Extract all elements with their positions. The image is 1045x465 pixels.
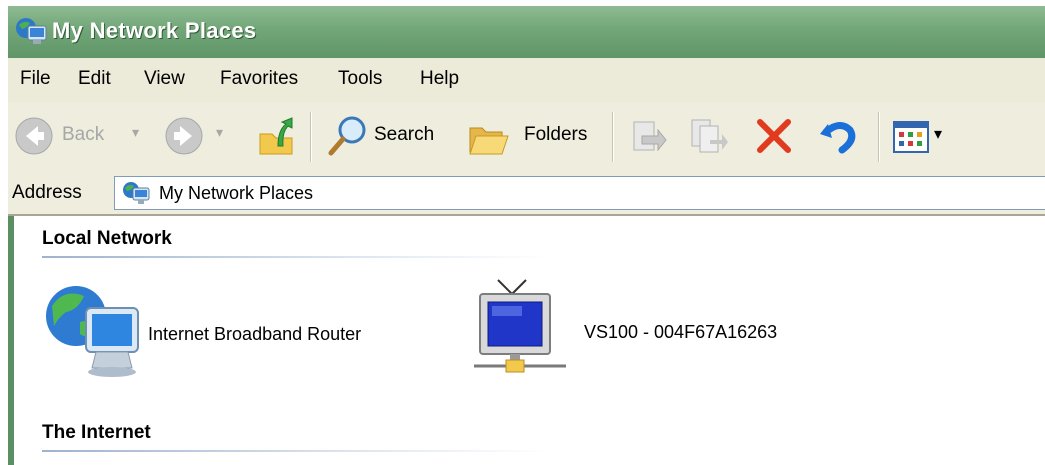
folders-label: Folders [524,124,588,145]
content-pane: Local Network Internet Broadband Router [14,216,1045,465]
list-item[interactable]: VS100 - 004F67A16263 [470,276,830,386]
back-icon [15,117,53,155]
network-computer-icon [46,286,139,377]
menu-file[interactable]: File [20,68,51,90]
views-icon [893,121,929,153]
toolbar-separator [878,112,880,162]
toolbar-separator [310,112,312,162]
group-divider [42,256,552,258]
menu-view[interactable]: View [144,68,185,90]
views-dropdown-icon[interactable]: ▾ [934,124,942,144]
views-button[interactable]: ▾ [892,116,956,158]
copy-to-icon[interactable] [688,116,728,158]
back-dropdown-icon[interactable]: ▾ [132,124,139,141]
menu-tools[interactable]: Tools [338,68,382,90]
menu-favorites[interactable]: Favorites [220,68,298,90]
back-label: Back [62,124,105,145]
group-divider [42,450,552,452]
folders-icon [469,127,509,155]
menu-edit[interactable]: Edit [78,68,111,90]
menu-bar: File Edit View Favorites Tools Help [8,58,1045,103]
address-value: My Network Places [159,183,314,203]
forward-dropdown-icon[interactable]: ▾ [216,124,223,141]
list-item[interactable]: Internet Broadband Router [42,282,412,382]
move-to-icon[interactable] [628,116,668,158]
undo-icon[interactable] [816,114,860,158]
group-header-the-internet: The Internet [42,422,151,443]
toolbar-separator [612,112,614,162]
address-label: Address [12,182,82,203]
search-button[interactable]: Search [326,114,456,160]
search-label: Search [374,124,435,145]
network-places-icon [123,182,150,204]
network-tv-device-icon [474,279,566,373]
address-field[interactable]: My Network Places [114,176,1045,210]
item-label: VS100 - 004F67A16263 [584,322,778,342]
up-folder-icon[interactable] [256,116,296,158]
explorer-window: My Network Places File Edit View Favorit… [8,6,1045,465]
network-places-icon [16,18,47,44]
title-bar[interactable]: My Network Places [8,6,1045,58]
back-button[interactable]: Back ▾ [14,114,154,160]
search-icon [328,116,366,156]
folders-button[interactable]: Folders [468,114,598,160]
address-bar: Address My Network Places [8,172,1045,216]
item-label: Internet Broadband Router [148,324,362,344]
forward-button[interactable]: ▾ [164,114,234,160]
menu-help[interactable]: Help [420,68,459,90]
window-title: My Network Places [52,18,257,43]
group-header-local-network: Local Network [42,228,172,249]
forward-icon [165,117,203,155]
delete-icon[interactable] [752,114,796,158]
standard-toolbar: Back ▾ ▾ Search Folders ▾ [8,102,1045,173]
